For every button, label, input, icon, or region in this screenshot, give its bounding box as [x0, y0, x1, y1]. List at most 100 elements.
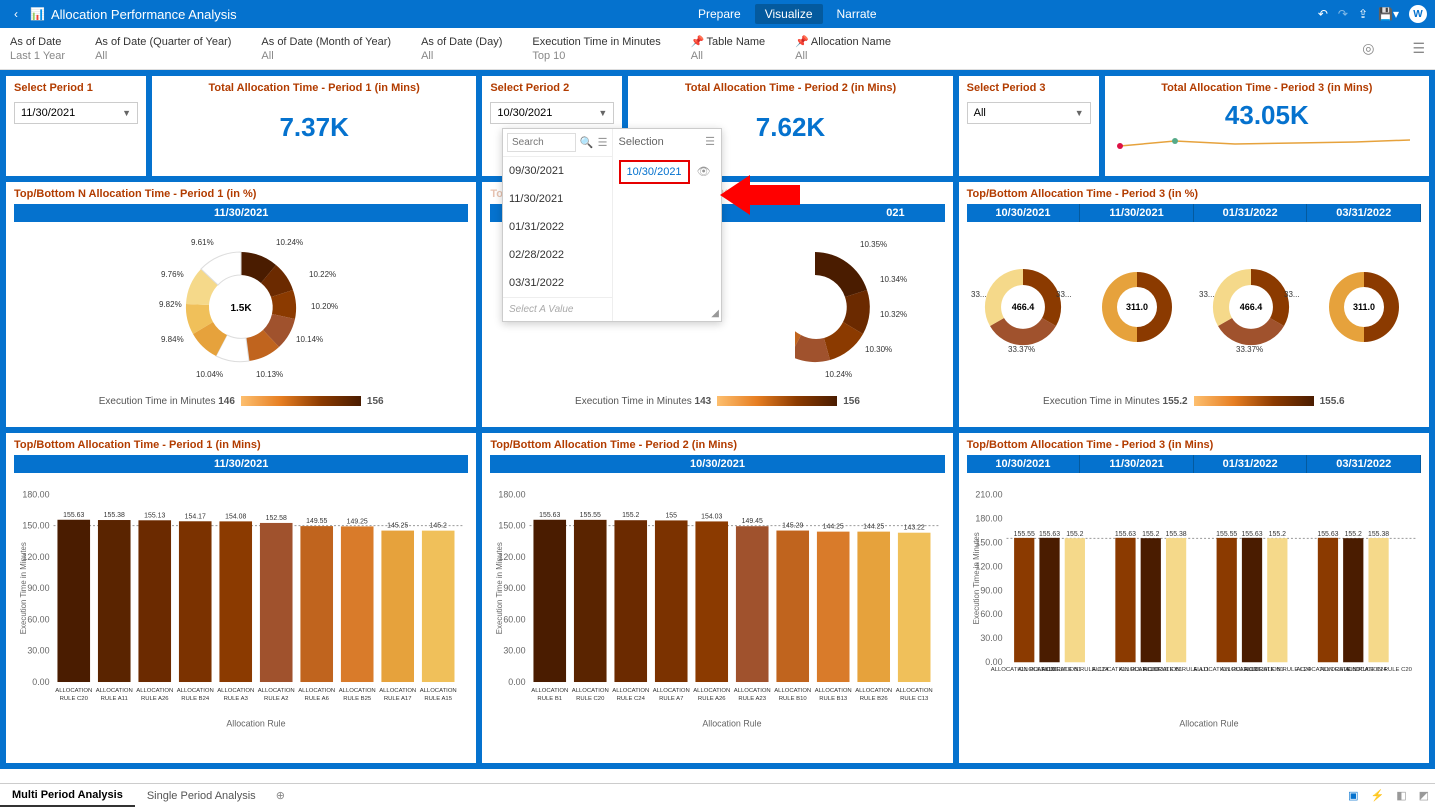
- list-icon[interactable]: ☰: [705, 135, 715, 148]
- add-sheet-button[interactable]: ⊕: [268, 785, 293, 806]
- undo-icon[interactable]: ↶: [1318, 7, 1328, 21]
- select-period-3-card: Select Period 3 All▼: [959, 76, 1099, 176]
- dropdown-option[interactable]: 02/28/2022: [503, 241, 612, 269]
- svg-text:33...: 33...: [1284, 290, 1300, 299]
- tab-single-period[interactable]: Single Period Analysis: [135, 786, 268, 806]
- dropdown-option[interactable]: 11/30/2021: [503, 185, 612, 213]
- svg-text:RULE B24: RULE B24: [181, 696, 210, 702]
- top-bar: ‹ 📊 Allocation Performance Analysis Prep…: [0, 0, 1435, 28]
- filter-day[interactable]: As of Date (Day)All: [421, 36, 502, 62]
- kpi-2-title: Total Allocation Time - Period 2 (in Min…: [636, 82, 944, 94]
- svg-text:152.58: 152.58: [266, 515, 287, 522]
- svg-text:155.2: 155.2: [1066, 531, 1083, 538]
- redo-icon[interactable]: ↷: [1338, 7, 1348, 21]
- donut-p3-3: 466.4 33... 33... 33.37%: [1196, 252, 1306, 362]
- chevron-down-icon: ▼: [122, 108, 131, 118]
- annotation-arrow: [720, 170, 800, 220]
- filter-quarter[interactable]: As of Date (Quarter of Year)All: [95, 36, 231, 62]
- svg-text:RULE A2: RULE A2: [264, 696, 288, 702]
- save-icon[interactable]: 💾▾: [1378, 7, 1399, 21]
- svg-text:155.2: 155.2: [1268, 531, 1285, 538]
- kpi-1-title: Total Allocation Time - Period 1 (in Min…: [160, 82, 468, 94]
- dropdown-option[interactable]: 03/31/2022: [503, 269, 612, 297]
- period-3-dropdown[interactable]: All▼: [967, 102, 1091, 124]
- svg-text:155.13: 155.13: [144, 512, 165, 519]
- bar-chart-p3: 0.0030.0060.0090.00120.00150.00180.00210…: [967, 473, 1421, 733]
- tab-prepare[interactable]: Prepare: [688, 4, 751, 24]
- svg-text:ALLOCATION: ALLOCATION: [734, 688, 771, 694]
- flash-icon[interactable]: ⚡: [1364, 789, 1390, 802]
- resize-handle[interactable]: ◢: [711, 308, 719, 319]
- filter-asofdate[interactable]: As of DateLast 1 Year: [10, 36, 65, 62]
- filter-exectime[interactable]: Execution Time in MinutesTop 10: [532, 36, 660, 62]
- svg-text:ALLOCATION: ALLOCATION: [217, 688, 254, 694]
- svg-text:10.34%: 10.34%: [880, 275, 907, 284]
- svg-text:ALLOCATION: ALLOCATION: [532, 688, 569, 694]
- svg-text:90.00: 90.00: [980, 585, 1002, 595]
- svg-text:RULE C13: RULE C13: [900, 696, 929, 702]
- refresh-icon[interactable]: ◎: [1362, 40, 1374, 57]
- svg-text:33...: 33...: [1199, 290, 1215, 299]
- kpi-1-value: 7.37K: [160, 112, 468, 143]
- svg-text:154.03: 154.03: [701, 513, 722, 520]
- pin-icon: 📌: [795, 36, 809, 48]
- svg-text:RULE A17: RULE A17: [384, 696, 412, 702]
- svg-text:1.5K: 1.5K: [231, 303, 253, 314]
- bar-period-3: Top/Bottom Allocation Time - Period 3 (i…: [959, 433, 1429, 763]
- selection-header: Selection: [619, 136, 664, 148]
- avatar[interactable]: W: [1409, 5, 1427, 23]
- svg-text:60.00: 60.00: [980, 609, 1002, 619]
- list-icon[interactable]: ☰: [598, 136, 608, 149]
- dropdown-option[interactable]: 09/30/2021: [503, 157, 612, 185]
- select-period-1-label: Select Period 1: [14, 82, 138, 94]
- legend-p1: Execution Time in Minutes 146156: [14, 392, 468, 411]
- svg-text:0.00: 0.00: [985, 657, 1002, 667]
- chevron-down-icon: ▼: [1075, 108, 1084, 118]
- svg-text:60.00: 60.00: [27, 614, 49, 624]
- svg-text:155.63: 155.63: [1241, 531, 1262, 538]
- panel-left-icon[interactable]: ◧: [1390, 789, 1412, 802]
- tab-narrate[interactable]: Narrate: [827, 4, 887, 24]
- dropdown-option[interactable]: 01/31/2022: [503, 213, 612, 241]
- svg-text:155.63: 155.63: [1115, 531, 1136, 538]
- export-icon[interactable]: ⇪: [1358, 7, 1368, 21]
- svg-text:0.00: 0.00: [509, 677, 526, 687]
- svg-text:466.4: 466.4: [1012, 302, 1035, 312]
- donut-period-1: Top/Bottom N Allocation Time - Period 1 …: [6, 182, 476, 427]
- mode-tabs: Prepare Visualize Narrate: [257, 4, 1318, 24]
- selected-value[interactable]: 10/30/2021: [619, 160, 690, 184]
- svg-text:155.63: 155.63: [63, 512, 84, 519]
- svg-text:150.00: 150.00: [499, 521, 526, 531]
- svg-text:33.37%: 33.37%: [1236, 345, 1263, 354]
- svg-text:ALLOCATION: ALLOCATION: [856, 688, 893, 694]
- period-2-dropdown[interactable]: 10/30/2021▼: [490, 102, 614, 124]
- filter-month[interactable]: As of Date (Month of Year)All: [261, 36, 391, 62]
- svg-text:RULE B1: RULE B1: [538, 696, 563, 702]
- svg-text:RULE A3: RULE A3: [224, 696, 249, 702]
- search-icon[interactable]: 🔍: [580, 136, 594, 149]
- svg-text:155.38: 155.38: [104, 512, 125, 519]
- filter-tablename[interactable]: 📌Table NameAll: [691, 35, 765, 62]
- legend-p3: Execution Time in Minutes 155.2155.6: [967, 392, 1421, 411]
- svg-text:9.61%: 9.61%: [191, 238, 214, 247]
- eye-icon[interactable]: 👁: [697, 166, 711, 178]
- menu-icon[interactable]: ☰: [1412, 40, 1425, 57]
- back-button[interactable]: ‹: [8, 7, 24, 21]
- svg-text:466.4: 466.4: [1239, 302, 1262, 312]
- panel-right-icon[interactable]: ◩: [1413, 789, 1435, 802]
- period-1-dropdown[interactable]: 11/30/2021▼: [14, 102, 138, 124]
- svg-text:155.63: 155.63: [1039, 531, 1060, 538]
- svg-text:ALLOCATION: ALLOCATION: [694, 688, 731, 694]
- select-period-2-label: Select Period 2: [490, 82, 614, 94]
- svg-text:154.17: 154.17: [185, 513, 206, 520]
- svg-text:33.37%: 33.37%: [1008, 345, 1035, 354]
- svg-text:RULE A26: RULE A26: [698, 696, 726, 702]
- svg-text:ALLOCATION: ALLOCATION: [136, 688, 173, 694]
- tab-multi-period[interactable]: Multi Period Analysis: [0, 785, 135, 807]
- focus-icon[interactable]: ▣: [1342, 789, 1364, 802]
- dropdown-search-input[interactable]: [507, 133, 576, 152]
- svg-text:RULE B10: RULE B10: [779, 696, 808, 702]
- tab-visualize[interactable]: Visualize: [755, 4, 823, 24]
- svg-text:155.63: 155.63: [540, 512, 561, 519]
- filter-allocname[interactable]: 📌Allocation NameAll: [795, 35, 891, 62]
